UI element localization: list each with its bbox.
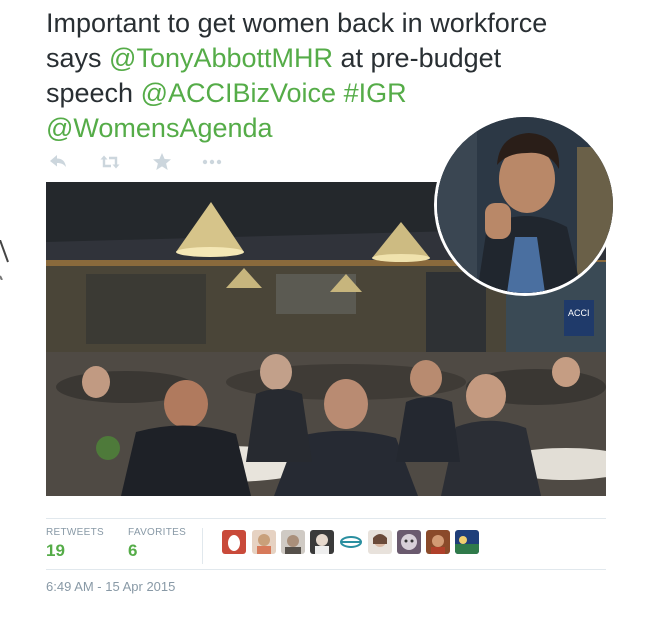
avatar-1[interactable] [222, 530, 246, 554]
avatar-7[interactable] [397, 530, 421, 554]
inset-portrait [437, 117, 613, 293]
favorites-count: 6 [128, 541, 138, 560]
tweet-text-space [336, 78, 344, 108]
more-icon[interactable] [200, 150, 224, 174]
favorites-stat[interactable]: FAVORITES 6 [128, 527, 186, 561]
mention-tonyabbottmhr[interactable]: @TonyAbbottMHR [109, 43, 333, 73]
edge-mark [0, 239, 10, 281]
favorites-label: FAVORITES [128, 527, 187, 538]
avatar-8[interactable] [426, 530, 450, 554]
tweet-timestamp[interactable]: 6:49 AM - 15 Apr 2015 [46, 579, 175, 594]
tweet-text-line1: Important to get women back in workforce [46, 8, 548, 38]
avatar-9[interactable] [455, 530, 479, 554]
tweet-text-prebudget: at pre-budget [333, 43, 502, 73]
tweet-text-speech: speech [46, 78, 141, 108]
stats-separator [202, 528, 203, 564]
retweets-count: 19 [46, 541, 65, 560]
tweet-text-says: says [46, 43, 110, 73]
divider-bottom [46, 569, 606, 570]
retweet-icon[interactable] [98, 150, 122, 174]
hashtag-igr[interactable]: #IGR [344, 78, 407, 108]
retweets-stat[interactable]: RETWEETS 19 [46, 527, 104, 561]
avatar-2[interactable] [252, 530, 276, 554]
acci-sign-text: ACCI [568, 308, 590, 318]
mention-womensagenda[interactable]: @WomensAgenda [46, 113, 273, 143]
favorite-icon[interactable] [150, 150, 174, 174]
mention-accibizvoice[interactable]: @ACCIBizVoice [141, 78, 336, 108]
avatar-4[interactable] [310, 530, 334, 554]
avatar-5[interactable] [339, 530, 363, 554]
divider-top [46, 518, 606, 519]
avatar-3[interactable] [281, 530, 305, 554]
retweets-label: RETWEETS [46, 527, 104, 538]
reply-icon[interactable] [46, 150, 70, 174]
avatar-6[interactable] [368, 530, 392, 554]
